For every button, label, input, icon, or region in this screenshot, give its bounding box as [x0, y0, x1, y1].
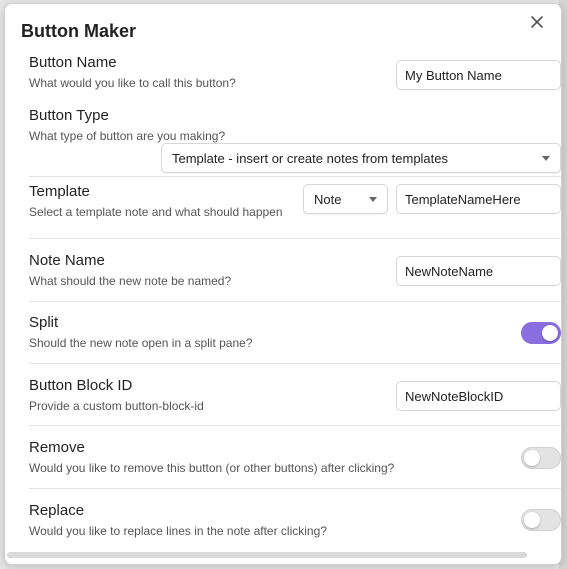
button-name-input[interactable]: [396, 60, 561, 90]
setting-template: Template Select a template note and what…: [29, 177, 561, 239]
chevron-down-icon: [369, 196, 377, 202]
setting-label: Remove: [29, 439, 85, 456]
setting-label: Split: [29, 314, 59, 331]
toggle-knob: [524, 512, 540, 528]
setting-description: Would you like to replace lines in the n…: [29, 524, 327, 538]
template-mode-selected: Note: [314, 191, 342, 207]
setting-description: Would you like to remove this button (or…: [29, 461, 395, 475]
setting-replace: Replace Would you like to replace lines …: [29, 489, 561, 549]
setting-button-type: Button Type What type of button are you …: [29, 98, 561, 177]
close-button[interactable]: [527, 14, 547, 34]
block-id-input[interactable]: [396, 381, 561, 411]
close-icon: [531, 15, 543, 33]
toggle-knob: [524, 450, 540, 466]
modal-title: Button Maker: [21, 21, 137, 41]
setting-block-id: Button Block ID Provide a custom button-…: [29, 364, 561, 426]
note-name-input[interactable]: [396, 256, 561, 286]
setting-label: Button Type: [29, 107, 109, 124]
chevron-down-icon: [542, 155, 550, 161]
horizontal-scrollbar[interactable]: [7, 552, 527, 558]
template-name-input[interactable]: [396, 184, 561, 214]
replace-toggle[interactable]: [521, 509, 561, 531]
template-mode-select[interactable]: Note: [303, 184, 388, 214]
button-type-selected: Template - insert or create notes from t…: [172, 150, 449, 166]
setting-split: Split Should the new note open in a spli…: [29, 302, 561, 364]
toggle-knob: [542, 325, 558, 341]
remove-toggle[interactable]: [521, 447, 561, 469]
button-type-select[interactable]: Template - insert or create notes from t…: [161, 143, 561, 173]
setting-label: Replace: [29, 502, 85, 519]
button-maker-modal: Button Maker Button Name What would you …: [4, 3, 562, 565]
setting-description: What type of button are you making?: [29, 129, 226, 143]
setting-note-name: Note Name What should the new note be na…: [29, 239, 561, 302]
setting-remove: Remove Would you like to remove this but…: [29, 426, 561, 489]
setting-description: Should the new note open in a split pane…: [29, 336, 253, 350]
setting-button-name: Button Name What would you like to call …: [29, 54, 561, 98]
split-toggle[interactable]: [521, 322, 561, 344]
settings-list: Button Name What would you like to call …: [29, 54, 561, 549]
